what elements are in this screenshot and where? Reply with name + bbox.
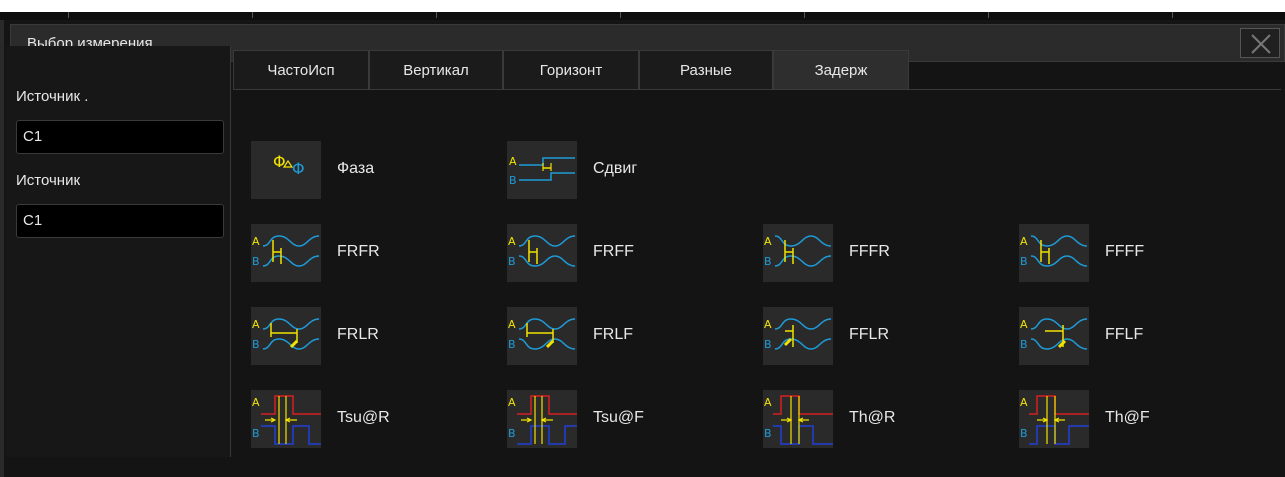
measure-label: Tsu@R	[337, 409, 390, 426]
ffff-icon: A B	[1019, 224, 1089, 282]
source2-field[interactable]: C1	[16, 204, 224, 238]
svg-text:B: B	[1020, 255, 1028, 268]
source1-field[interactable]: C1	[16, 120, 224, 154]
fflf-icon: A B	[1019, 307, 1089, 365]
measure-label: FRLF	[593, 326, 633, 343]
svg-text:B: B	[764, 255, 772, 268]
frlr-icon: A B	[251, 307, 321, 365]
svg-text:B: B	[764, 338, 772, 351]
fflr-icon: A B	[763, 307, 833, 365]
measure-label: Tsu@F	[593, 409, 644, 426]
top-divider	[0, 12, 1285, 20]
measure-label: FFLF	[1105, 326, 1144, 343]
tsu-r-icon: A B	[251, 390, 321, 448]
tab-misc[interactable]: Разные	[639, 50, 773, 90]
th-r-icon: A B	[763, 390, 833, 448]
tick	[620, 12, 621, 18]
measure-tsu-r[interactable]: A B Tsu@R	[251, 390, 491, 448]
svg-text:A: A	[1020, 235, 1028, 248]
measure-frfr[interactable]: A B FRFR	[251, 224, 491, 282]
frff-icon: A B	[507, 224, 577, 282]
tab-delay[interactable]: Задерж	[773, 50, 909, 90]
skew-icon: A B	[507, 141, 577, 199]
fffr-icon: A B	[763, 224, 833, 282]
tick	[1172, 12, 1173, 18]
tick	[804, 12, 805, 18]
tab-vertical[interactable]: Вертикал	[369, 50, 503, 90]
measure-phase[interactable]: Φ Φ Фаза	[251, 141, 491, 199]
svg-text:A: A	[252, 396, 260, 409]
measure-tsu-f[interactable]: A B Tsu@F	[507, 390, 747, 448]
measure-ffff[interactable]: A B FFFF	[1019, 224, 1259, 282]
svg-text:B: B	[508, 427, 516, 440]
measure-th-r[interactable]: A B Th@R	[763, 390, 1003, 448]
svg-text:B: B	[252, 255, 260, 268]
svg-text:A: A	[252, 235, 260, 248]
svg-text:B: B	[508, 255, 516, 268]
tsu-f-icon: A B	[507, 390, 577, 448]
svg-text:B: B	[509, 174, 517, 187]
measure-label: FFLR	[849, 326, 889, 343]
measurement-grid: Φ Φ Фаза A B Сдвиг A B FRFR A B FRFF A B…	[233, 91, 1281, 457]
svg-text:Φ: Φ	[273, 152, 286, 171]
measure-frff[interactable]: A B FRFF	[507, 224, 747, 282]
svg-text:A: A	[764, 235, 772, 248]
measure-fflr[interactable]: A B FFLR	[763, 307, 1003, 365]
svg-text:B: B	[252, 338, 260, 351]
measure-label: FRFR	[337, 243, 380, 260]
measure-fffr[interactable]: A B FFFR	[763, 224, 1003, 282]
measure-skew[interactable]: A B Сдвиг	[507, 141, 747, 199]
measure-label: Th@F	[1105, 409, 1150, 426]
measure-label: FRFF	[593, 243, 634, 260]
top-strip	[0, 0, 1285, 20]
frlf-icon: A B	[507, 307, 577, 365]
measure-fflf[interactable]: A B FFLF	[1019, 307, 1259, 365]
tab-horizontal[interactable]: Горизонт	[503, 50, 639, 90]
measure-frlr[interactable]: A B FRLR	[251, 307, 491, 365]
svg-text:A: A	[509, 155, 517, 168]
svg-text:A: A	[508, 318, 516, 331]
tick	[436, 12, 437, 18]
source-panel: Источник . C1 Источник C1	[6, 46, 231, 457]
tick	[68, 12, 69, 18]
source2-label: Источник	[16, 172, 81, 189]
category-tabs: ЧастоИсп Вертикал Горизонт Разные Задерж	[233, 50, 1281, 90]
tick	[988, 12, 989, 18]
svg-text:A: A	[508, 235, 516, 248]
svg-text:A: A	[764, 396, 772, 409]
th-f-icon: A B	[1019, 390, 1089, 448]
measure-th-f[interactable]: A B Th@F	[1019, 390, 1259, 448]
svg-text:Φ: Φ	[292, 159, 305, 178]
svg-text:B: B	[1020, 427, 1028, 440]
measure-label: FFFF	[1105, 243, 1145, 260]
svg-text:B: B	[508, 338, 516, 351]
svg-text:A: A	[764, 318, 772, 331]
tick	[252, 12, 253, 18]
svg-text:B: B	[764, 427, 772, 440]
measure-label: FRLR	[337, 326, 379, 343]
svg-text:B: B	[252, 427, 260, 440]
source1-label: Источник .	[16, 88, 89, 105]
measure-label: Фаза	[337, 160, 375, 177]
svg-text:A: A	[252, 318, 260, 331]
measure-frlf[interactable]: A B FRLF	[507, 307, 747, 365]
phase-icon: Φ Φ	[251, 141, 321, 199]
measure-label: Сдвиг	[593, 160, 638, 177]
svg-text:A: A	[1020, 318, 1028, 331]
measure-label: FFFR	[849, 243, 890, 260]
svg-text:A: A	[508, 396, 516, 409]
svg-text:B: B	[1020, 338, 1028, 351]
measure-label: Th@R	[849, 409, 896, 426]
frfr-icon: A B	[251, 224, 321, 282]
tab-freq[interactable]: ЧастоИсп	[233, 50, 369, 90]
svg-text:A: A	[1020, 396, 1028, 409]
